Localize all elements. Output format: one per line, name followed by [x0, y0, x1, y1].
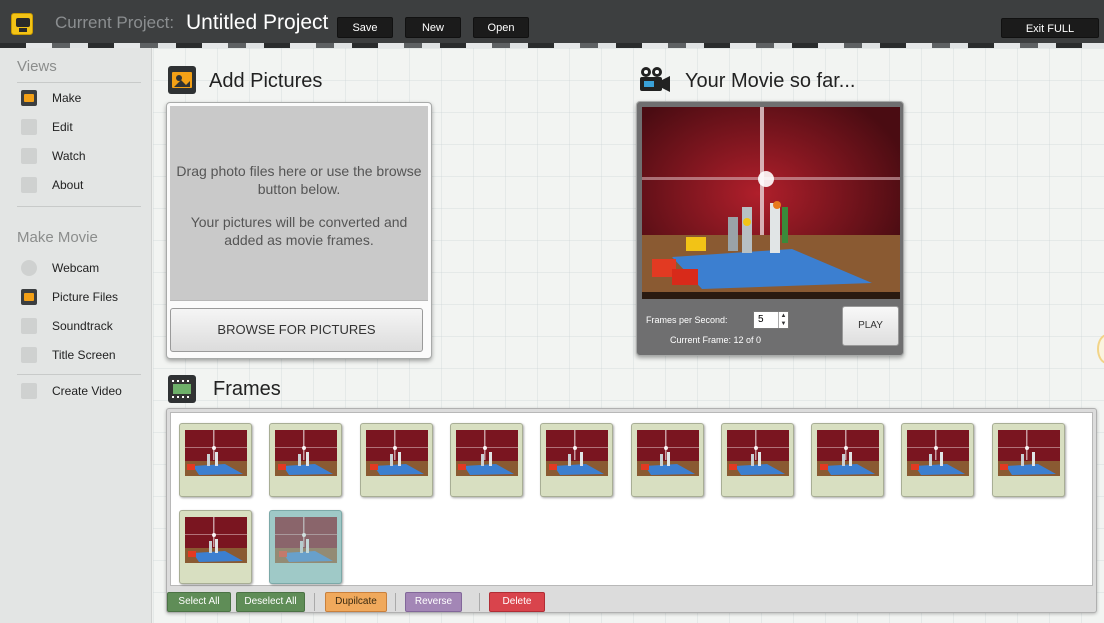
frames-panel: Select All Deselect All Dupilcate Revers… — [166, 408, 1097, 613]
reverse-button[interactable]: Reverse — [405, 592, 462, 612]
sidebar-item-create-video[interactable]: Create Video — [17, 379, 147, 405]
make-movie-heading: Make Movie — [17, 229, 98, 246]
sidebar: Views Make Edit Watch About Make Movie W… — [0, 48, 152, 623]
drop-instructions: Drag photo files here or use the browse … — [176, 163, 422, 197]
spin-arrows-icon[interactable]: ▲ ▼ — [778, 312, 788, 328]
sidebar-item-label: Title Screen — [52, 348, 116, 362]
movie-preview-image — [642, 107, 900, 299]
frame-image — [366, 430, 428, 476]
frame-thumbnail[interactable] — [269, 510, 342, 584]
movie-camera-icon — [21, 90, 37, 106]
views-heading: Views — [17, 58, 57, 75]
divider — [17, 206, 141, 207]
frame-thumbnail[interactable] — [992, 423, 1065, 497]
sidebar-item-label: Webcam — [52, 261, 100, 275]
frame-image — [817, 430, 879, 476]
film-strip-icon — [168, 375, 196, 403]
sidebar-item-label: Make — [52, 91, 82, 105]
divider — [17, 374, 141, 375]
frame-thumbnail[interactable] — [721, 423, 794, 497]
frame-image — [907, 430, 969, 476]
frame-image — [185, 430, 247, 476]
info-icon — [21, 177, 37, 193]
conversion-note: Your pictures will be converted and adde… — [190, 214, 408, 248]
divider — [395, 593, 396, 611]
sidebar-item-label: Create Video — [52, 384, 122, 398]
select-all-button[interactable]: Select All — [167, 592, 231, 612]
divider — [314, 593, 315, 611]
deselect-all-button[interactable]: Deselect All — [236, 592, 305, 612]
sidebar-item-watch[interactable]: Watch — [17, 144, 147, 170]
new-button[interactable]: New — [405, 17, 461, 38]
webcam-icon — [21, 260, 37, 276]
fps-label: Frames per Second: — [646, 315, 728, 325]
sidebar-item-label: Watch — [52, 149, 86, 163]
sidebar-item-about[interactable]: About — [17, 173, 147, 199]
app-logo-icon — [11, 13, 33, 35]
current-frame-readout: Current Frame: 12 of 0 — [670, 335, 762, 345]
picture-icon — [21, 289, 37, 305]
frame-image — [456, 430, 518, 476]
frame-thumbnail[interactable] — [631, 423, 704, 497]
frames-title: Frames — [213, 378, 281, 400]
frame-thumbnail[interactable] — [269, 423, 342, 497]
exit-full-screen-button[interactable]: Exit FULL SCREEN — [1001, 18, 1099, 55]
frame-image — [637, 430, 699, 476]
frame-image — [727, 430, 789, 476]
movie-camera-icon — [638, 66, 670, 94]
fps-value[interactable]: 5 — [758, 314, 764, 325]
sidebar-item-label: Soundtrack — [52, 319, 113, 333]
add-pictures-panel: Drag photo files here or use the browse … — [166, 102, 432, 359]
frame-thumbnail[interactable] — [179, 510, 252, 584]
music-icon — [21, 318, 37, 334]
sidebar-item-edit[interactable]: Edit — [17, 115, 147, 141]
frame-thumbnail[interactable] — [901, 423, 974, 497]
fps-stepper[interactable]: 5 ▲ ▼ — [753, 311, 789, 329]
duplicate-button[interactable]: Dupilcate — [325, 592, 387, 612]
play-button[interactable]: PLAY — [842, 306, 899, 346]
frame-thumbnail[interactable] — [360, 423, 433, 497]
frame-image — [998, 430, 1060, 476]
project-title[interactable]: Untitled Project — [186, 11, 328, 35]
browse-for-pictures-button[interactable]: BROWSE FOR PICTURES — [170, 308, 423, 352]
save-button[interactable]: Save — [337, 17, 393, 38]
open-button[interactable]: Open — [473, 17, 529, 38]
frame-thumbnail[interactable] — [450, 423, 523, 497]
picture-icon — [168, 66, 196, 94]
title-icon — [21, 347, 37, 363]
current-project-label: Current Project: — [55, 13, 175, 32]
your-movie-title: Your Movie so far... — [685, 70, 856, 92]
sidebar-item-webcam[interactable]: Webcam — [17, 256, 147, 282]
frame-thumbnail[interactable] — [179, 423, 252, 497]
sidebar-item-picture-files[interactable]: Picture Files — [17, 285, 147, 311]
tv-icon — [21, 148, 37, 164]
delete-button[interactable]: Delete — [489, 592, 545, 612]
frames-list — [170, 412, 1093, 586]
divider — [17, 82, 141, 83]
sidebar-item-title-screen[interactable]: Title Screen — [17, 343, 147, 369]
frame-image — [185, 517, 247, 563]
sidebar-item-label: Edit — [52, 120, 73, 134]
frame-thumbnail[interactable] — [811, 423, 884, 497]
frame-image — [275, 517, 337, 563]
movie-preview-panel: Frames per Second: 5 ▲ ▼ Current Frame: 1… — [636, 101, 904, 356]
sidebar-item-make[interactable]: Make — [17, 86, 147, 112]
sidebar-item-soundtrack[interactable]: Soundtrack — [17, 314, 147, 340]
divider — [479, 593, 480, 611]
film-icon — [21, 383, 37, 399]
add-pictures-title: Add Pictures — [209, 70, 323, 92]
frame-image — [546, 430, 608, 476]
frame-image — [275, 430, 337, 476]
grid-icon — [21, 119, 37, 135]
sidebar-item-label: About — [52, 178, 84, 192]
photo-drop-zone[interactable]: Drag photo files here or use the browse … — [170, 106, 428, 301]
top-bar: Current Project: Untitled Project Save N… — [0, 0, 1104, 55]
sidebar-item-label: Picture Files — [52, 290, 119, 304]
frame-thumbnail[interactable] — [540, 423, 613, 497]
